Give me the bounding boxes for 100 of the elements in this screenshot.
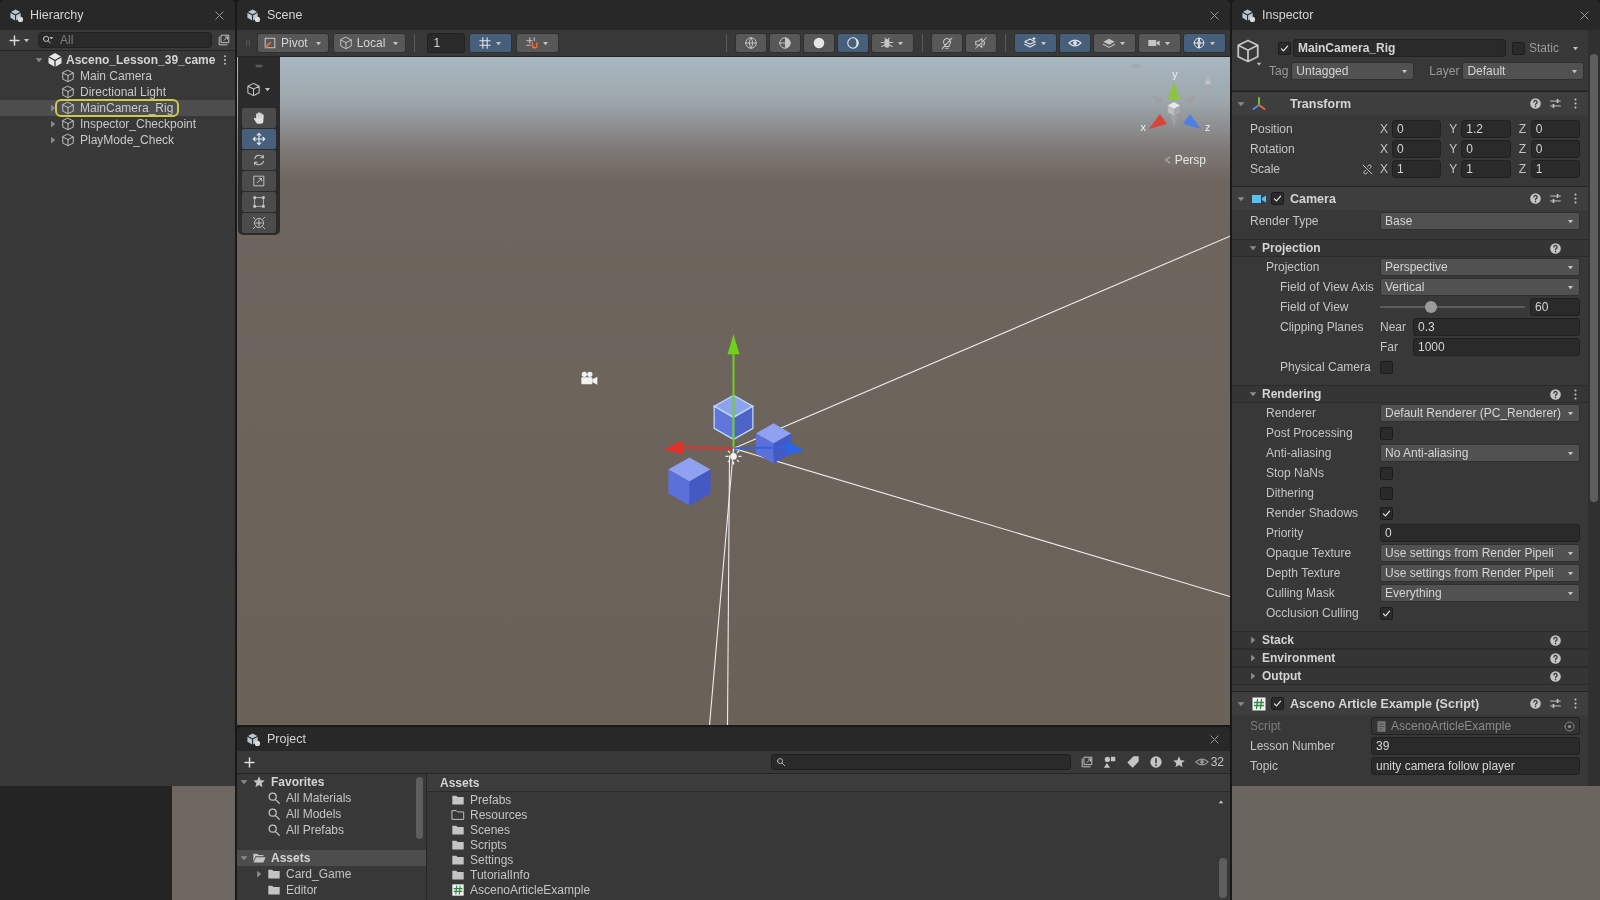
slider-track[interactable] — [1380, 301, 1525, 313]
section-header[interactable]: Projection — [1232, 239, 1588, 257]
gizmos-button[interactable] — [1183, 33, 1226, 53]
unlit-button[interactable] — [837, 33, 869, 53]
number-field[interactable]: 1 — [1530, 160, 1580, 178]
debug-button[interactable] — [871, 33, 914, 53]
presets-icon[interactable] — [1549, 697, 1562, 710]
dropdown[interactable]: Perspective — [1380, 258, 1580, 276]
scrollbar[interactable] — [1588, 30, 1600, 786]
audio-button[interactable] — [965, 33, 997, 53]
panel-tab[interactable]: Inspector — [1241, 7, 1314, 23]
help-icon[interactable] — [1549, 387, 1562, 401]
checkbox[interactable] — [1512, 41, 1525, 55]
text-field[interactable]: 39 — [1371, 737, 1580, 755]
effects-button[interactable] — [1014, 33, 1057, 53]
move-gizmo[interactable] — [663, 334, 805, 456]
search-field[interactable]: All — [38, 32, 212, 48]
rotate-tool-button[interactable] — [242, 150, 276, 170]
hierarchy-item[interactable]: MainCamera_Rig — [0, 100, 235, 116]
dropdown[interactable]: Use settings from Render Pipeli — [1380, 564, 1580, 582]
text-field[interactable]: unity camera follow player — [1371, 757, 1580, 775]
cube[interactable] — [668, 457, 711, 506]
search-field[interactable] — [770, 754, 1071, 770]
increment-snap-button[interactable] — [516, 33, 560, 53]
close-icon[interactable] — [1578, 8, 1591, 22]
checkbox[interactable] — [1380, 486, 1393, 500]
hierarchy-item[interactable]: Main Camera — [0, 68, 235, 84]
close-icon[interactable] — [1208, 8, 1221, 22]
number-field[interactable]: 0 — [1530, 120, 1580, 138]
close-icon[interactable] — [1208, 732, 1221, 746]
tree-item[interactable]: Favorites — [237, 774, 426, 790]
tree-item[interactable]: All Materials — [237, 790, 426, 806]
asset-item[interactable]: Resources — [451, 807, 1230, 822]
number-field[interactable]: 0 — [1461, 140, 1511, 158]
open-window-icon[interactable] — [1079, 755, 1094, 769]
selected-cube[interactable] — [712, 394, 755, 441]
asset-item[interactable]: Settings — [451, 852, 1230, 867]
hand-tool-button[interactable] — [242, 108, 276, 128]
dropdown[interactable]: Untagged — [1291, 62, 1415, 80]
dropdown[interactable]: Vertical — [1380, 278, 1580, 296]
dropdown[interactable]: Default Renderer (PC_Renderer) — [1380, 404, 1580, 422]
hierarchy-item[interactable]: Asceno_Lesson_39_came — [0, 52, 235, 68]
dropdown[interactable]: Base — [1380, 212, 1580, 230]
scrollbar-thumb[interactable] — [1219, 858, 1227, 898]
dropdown[interactable]: Use settings from Render Pipeli — [1380, 544, 1580, 562]
help-icon[interactable] — [1549, 669, 1562, 683]
asset-item[interactable]: Prefabs — [451, 792, 1230, 807]
panel-tab[interactable]: Project — [246, 731, 306, 747]
open-window-icon[interactable] — [217, 33, 231, 47]
checkbox[interactable] — [1271, 697, 1284, 710]
panel-tab[interactable]: Hierarchy — [9, 7, 84, 23]
number-field[interactable]: 1000 — [1413, 338, 1580, 356]
tag-icon[interactable] — [1125, 755, 1140, 769]
tree-item[interactable]: Card_Game — [237, 866, 426, 882]
tree-item[interactable]: All Models — [237, 806, 426, 822]
help-icon[interactable] — [1549, 633, 1562, 647]
section-header[interactable]: Environment — [1232, 649, 1588, 667]
component-header[interactable]: Asceno Article Example (Script) — [1232, 691, 1588, 715]
tree-item[interactable]: All Prefabs — [237, 822, 426, 838]
hierarchy-item[interactable]: PlayMode_Check — [0, 132, 235, 148]
section-header[interactable]: Output — [1232, 667, 1588, 685]
move-tool-button[interactable] — [242, 129, 276, 149]
number-field[interactable]: 1 — [1461, 160, 1511, 178]
text-field[interactable]: 0 — [1380, 524, 1580, 542]
help-icon[interactable] — [1549, 241, 1562, 255]
dropdown[interactable]: Everything — [1380, 584, 1580, 602]
layers-button[interactable] — [1093, 33, 1136, 53]
number-field[interactable]: 60 — [1530, 298, 1580, 316]
section-header[interactable]: Rendering — [1232, 385, 1588, 403]
wireframe-button[interactable] — [735, 33, 767, 53]
shaded-button[interactable] — [803, 33, 835, 53]
checkbox[interactable] — [1380, 360, 1393, 374]
checkbox[interactable] — [1278, 41, 1291, 55]
component-header[interactable]: Transform — [1232, 91, 1588, 115]
scrollbar-thumb[interactable] — [416, 777, 423, 839]
number-field[interactable]: 1.2 — [1461, 120, 1511, 138]
asset-item[interactable]: AscenoArticleExample — [451, 882, 1230, 897]
shapes-icon[interactable] — [1102, 755, 1117, 769]
dropdown[interactable]: No Anti-aliasing — [1380, 444, 1580, 462]
scale-tool-button[interactable] — [242, 171, 276, 191]
dropdown[interactable]: Default — [1462, 62, 1584, 80]
tree-item[interactable]: Assets — [237, 850, 426, 866]
scrollbar-thumb[interactable] — [1590, 54, 1598, 502]
tree-item[interactable]: Editor — [237, 882, 426, 898]
pivot-dropdown[interactable]: Pivot — [257, 33, 329, 53]
star-icon[interactable] — [1171, 755, 1186, 769]
hierarchy-item[interactable]: Directional Light — [0, 84, 235, 100]
projection-toggle[interactable]: Persp — [1162, 153, 1206, 167]
hierarchy-item[interactable]: Inspector_Checkpoint — [0, 116, 235, 132]
presets-icon[interactable] — [1549, 192, 1562, 205]
number-field[interactable]: 1 — [1392, 160, 1442, 178]
visibility-button[interactable] — [1059, 33, 1091, 53]
component-header[interactable]: Camera — [1232, 186, 1588, 210]
grid-size-field[interactable]: 1 — [427, 33, 466, 53]
checkbox[interactable] — [1271, 192, 1284, 205]
help-icon[interactable] — [1529, 697, 1542, 710]
section-header[interactable]: Stack — [1232, 631, 1588, 649]
grid-snap-button[interactable] — [469, 33, 513, 53]
checkbox[interactable] — [1380, 426, 1393, 440]
name-field[interactable]: MainCamera_Rig — [1293, 39, 1506, 57]
